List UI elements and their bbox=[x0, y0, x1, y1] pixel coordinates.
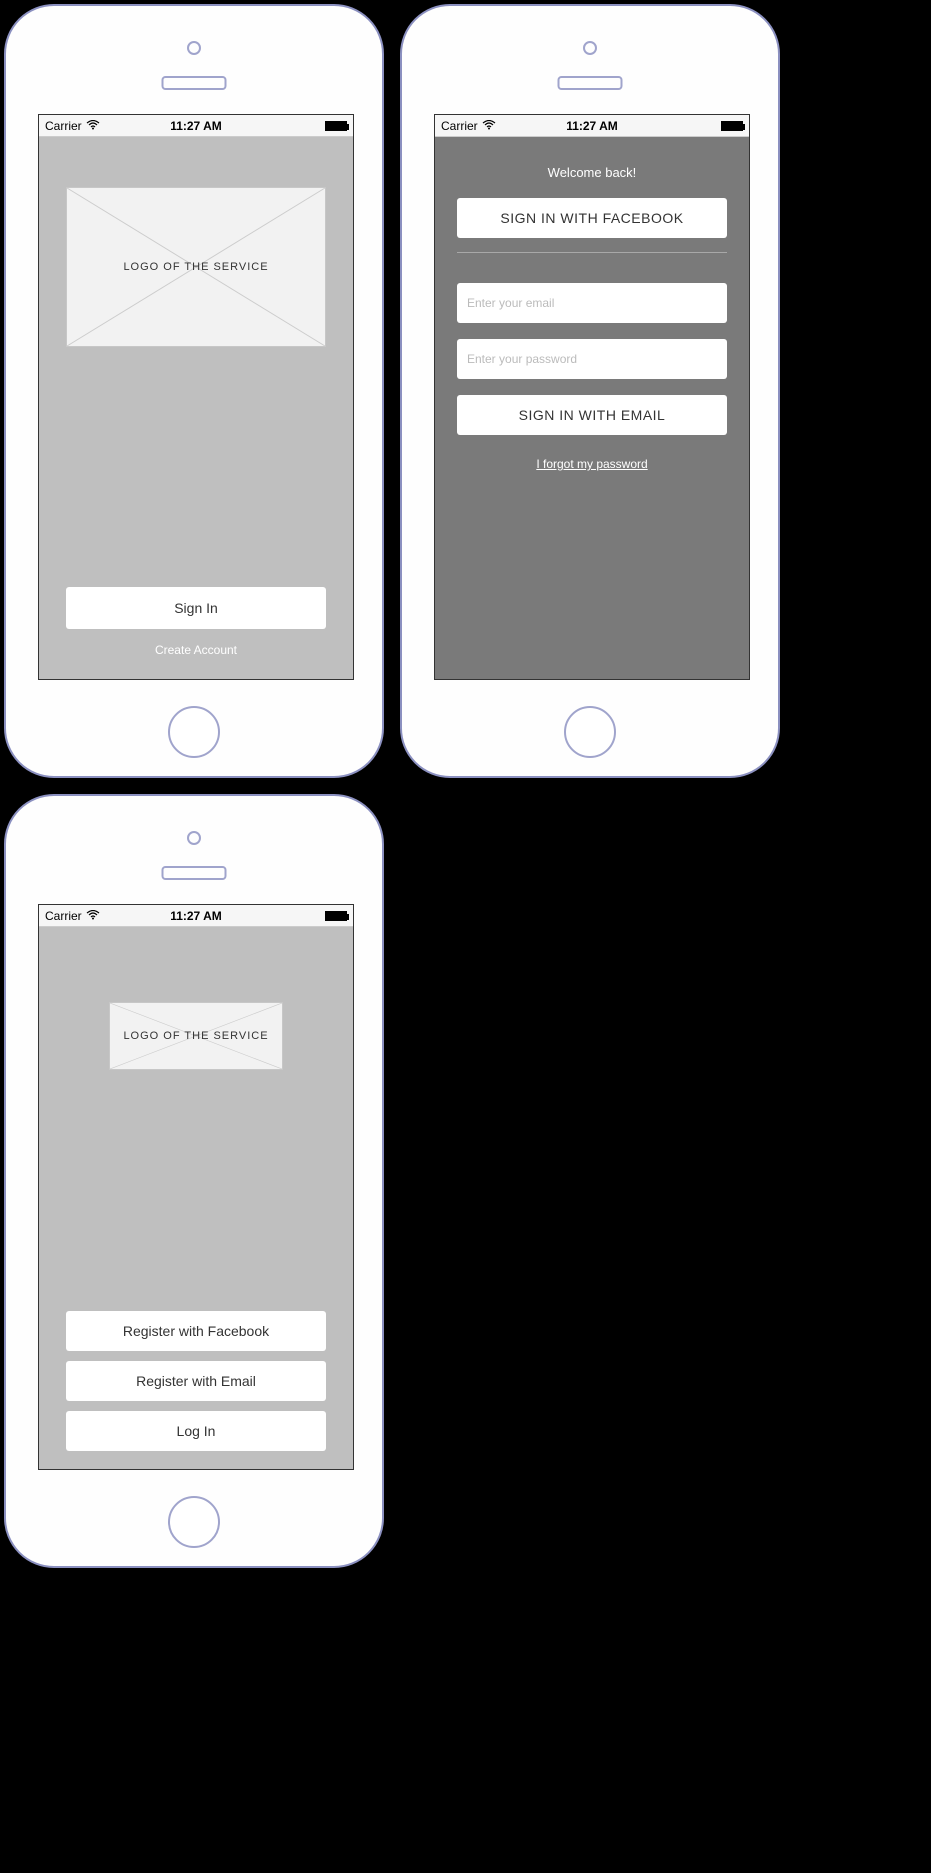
status-bar: Carrier 11:27 AM bbox=[435, 115, 749, 137]
home-button[interactable] bbox=[168, 1496, 220, 1548]
logo-placeholder: LOGO OF THE SERVICE bbox=[109, 1002, 283, 1070]
signin-facebook-button[interactable]: SIGN IN WITH FACEBOOK bbox=[457, 198, 727, 238]
signin-email-label: SIGN IN WITH EMAIL bbox=[519, 407, 666, 423]
wifi-icon bbox=[482, 119, 496, 133]
phone-camera bbox=[187, 831, 201, 845]
wifi-icon bbox=[86, 909, 100, 923]
phone-frame-1: Carrier 11:27 AM LOGO OF THE SERVICE bbox=[0, 0, 388, 782]
status-bar: Carrier 11:27 AM bbox=[39, 905, 353, 927]
signin-button[interactable]: Sign In bbox=[66, 587, 326, 629]
phone-frame-2: Carrier 11:27 AM Welcome back! SIGN IN W… bbox=[396, 0, 784, 782]
signin-label: Sign In bbox=[174, 600, 218, 616]
wifi-icon bbox=[86, 119, 100, 133]
logo-placeholder: LOGO OF THE SERVICE bbox=[66, 187, 326, 347]
battery-icon bbox=[325, 121, 347, 131]
signin-email-button[interactable]: SIGN IN WITH EMAIL bbox=[457, 395, 727, 435]
clock-label: 11:27 AM bbox=[170, 909, 222, 923]
clock-label: 11:27 AM bbox=[566, 119, 618, 133]
register-email-button[interactable]: Register with Email bbox=[66, 1361, 326, 1401]
battery-icon bbox=[721, 121, 743, 131]
phone-speaker bbox=[162, 76, 227, 90]
empty-cell bbox=[396, 790, 784, 1572]
phone-camera bbox=[187, 41, 201, 55]
carrier-label: Carrier bbox=[45, 119, 82, 133]
carrier-label: Carrier bbox=[45, 909, 82, 923]
logo-text: LOGO OF THE SERVICE bbox=[123, 261, 268, 273]
password-field[interactable] bbox=[457, 339, 727, 379]
logo-text: LOGO OF THE SERVICE bbox=[123, 1030, 268, 1042]
home-button[interactable] bbox=[168, 706, 220, 758]
signin-facebook-label: SIGN IN WITH FACEBOOK bbox=[500, 210, 683, 226]
battery-icon bbox=[325, 911, 347, 921]
carrier-label: Carrier bbox=[441, 119, 478, 133]
home-button[interactable] bbox=[564, 706, 616, 758]
phone-speaker bbox=[162, 866, 227, 880]
phone-frame-3: Carrier 11:27 AM LOGO OF THE SERVICE bbox=[0, 790, 388, 1572]
login-label: Log In bbox=[177, 1423, 216, 1439]
create-account-link[interactable]: Create Account bbox=[66, 643, 326, 657]
forgot-password-label: I forgot my password bbox=[536, 457, 647, 471]
phone-camera bbox=[583, 41, 597, 55]
forgot-password-link[interactable]: I forgot my password bbox=[457, 457, 727, 471]
login-button[interactable]: Log In bbox=[66, 1411, 326, 1451]
welcome-title: Welcome back! bbox=[435, 165, 749, 180]
phone-speaker bbox=[558, 76, 623, 90]
clock-label: 11:27 AM bbox=[170, 119, 222, 133]
divider bbox=[457, 252, 727, 253]
register-facebook-label: Register with Facebook bbox=[123, 1323, 269, 1339]
status-bar: Carrier 11:27 AM bbox=[39, 115, 353, 137]
register-email-label: Register with Email bbox=[136, 1373, 256, 1389]
email-field[interactable] bbox=[457, 283, 727, 323]
register-facebook-button[interactable]: Register with Facebook bbox=[66, 1311, 326, 1351]
create-account-label: Create Account bbox=[155, 643, 237, 657]
